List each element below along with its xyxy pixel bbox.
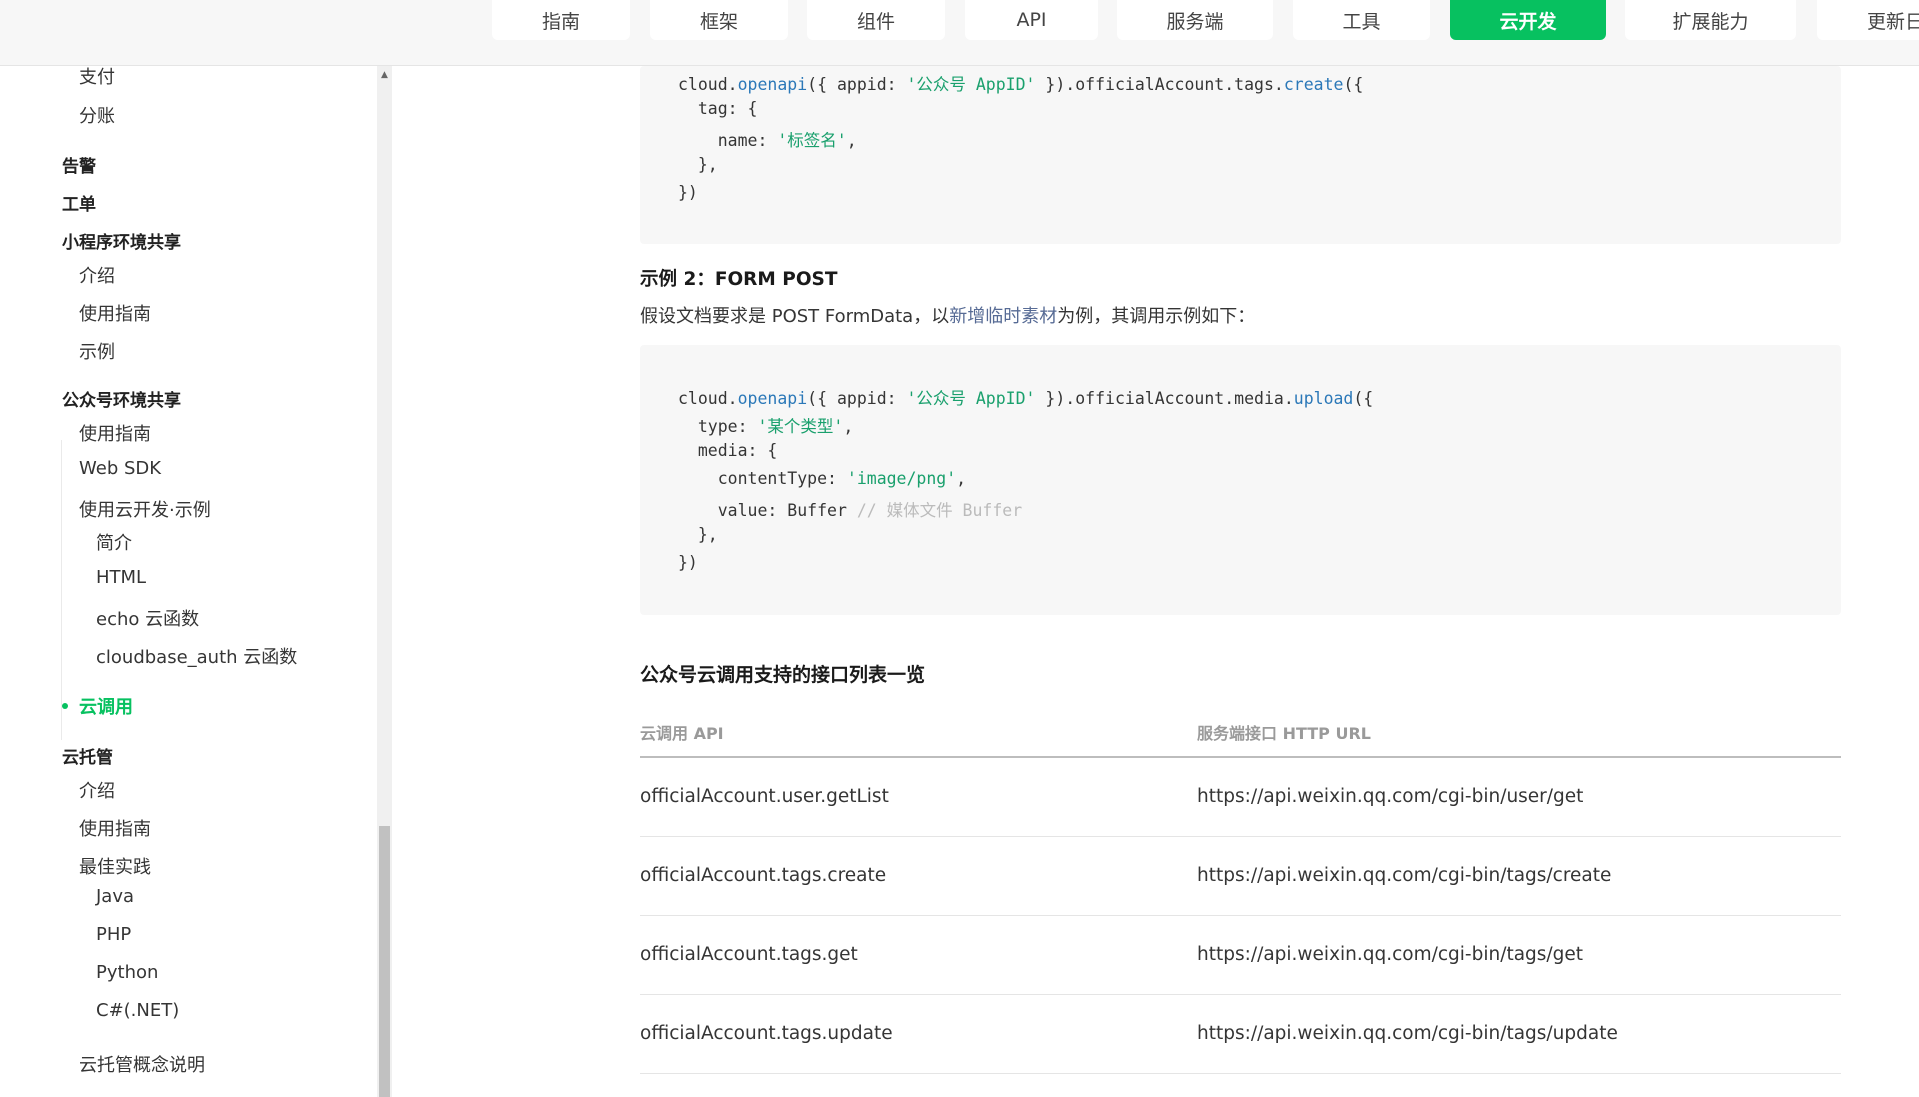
code-line: cloud.openapi({ appid: '公众号 AppID' }).of… (678, 389, 1374, 408)
active-indicator-dot (62, 703, 68, 709)
example-2-title: 示例 2：FORM POST (640, 269, 838, 290)
code-line: }) (678, 183, 698, 202)
sidebar-item-cloud-hosting-concepts[interactable]: 云托管概念说明 (79, 1051, 205, 1077)
sidebar-item-overview[interactable]: 简介 (96, 529, 132, 555)
example-2-description: 假设文档要求是 POST FormData，以新增临时素材为例，其调用示例如下： (640, 306, 1256, 327)
nav-tab-cloud-dev[interactable]: 云开发 (1450, 0, 1606, 40)
sidebar-item-payment[interactable]: 支付 (79, 66, 115, 89)
sidebar-item-best-practices[interactable]: 最佳实践 (79, 853, 151, 879)
sidebar-item-csharp[interactable]: C#(.NET) (96, 1000, 179, 1021)
sidebar-item-official-account-env-sharing[interactable]: 公众号环境共享 (62, 386, 181, 411)
sidebar-item-cloudbase-auth-function[interactable]: cloudbase_auth 云函数 (96, 643, 297, 669)
nav-tab-api[interactable]: API (965, 0, 1098, 40)
sidebar-item-web-sdk[interactable]: Web SDK (79, 458, 161, 479)
table-cell-api: officialAccount.tags.get (640, 944, 858, 965)
table-cell-api: officialAccount.tags.create (640, 865, 887, 886)
sidebar-item-cloud-dev-example[interactable]: 使用云开发·示例 (79, 496, 211, 522)
table-header-api: 云调用 API (640, 724, 724, 743)
table-cell-url: https://api.weixin.qq.com/cgi-bin/tags/u… (1197, 1023, 1618, 1044)
sidebar-item-java[interactable]: Java (96, 886, 134, 907)
sidebar-item-profit-sharing[interactable]: 分账 (79, 102, 115, 128)
table-cell-url: https://api.weixin.qq.com/cgi-bin/tags/c… (1197, 865, 1612, 886)
sidebar-item-echo-function[interactable]: echo 云函数 (96, 605, 199, 631)
sidebar-item-html[interactable]: HTML (96, 567, 146, 588)
code-block-tags-create: cloud.openapi({ appid: '公众号 AppID' }).of… (640, 66, 1841, 244)
code-line: media: { (678, 441, 778, 460)
code-line: contentType: 'image/png', (678, 469, 967, 488)
scroll-up-arrow-icon[interactable]: ▲ (377, 68, 392, 82)
tree-guide-line (61, 440, 62, 740)
top-nav: 指南 框架 组件 API 服务端 工具 云开发 扩展能力 更新日 (0, 0, 1919, 66)
code-line: }, (678, 155, 718, 174)
nav-tab-components[interactable]: 组件 (807, 0, 945, 40)
new-temp-media-link[interactable]: 新增临时素材 (949, 306, 1057, 327)
code-line: }, (678, 525, 718, 544)
table-cell-url: https://api.weixin.qq.com/cgi-bin/tags/g… (1197, 944, 1584, 965)
table-row-divider (640, 915, 1841, 916)
sidebar: 支付 分账 告警 工单 小程序环境共享 介绍 使用指南 示例 公众号环境共享 使… (0, 66, 392, 1097)
api-table-title: 公众号云调用支持的接口列表一览 (640, 664, 926, 686)
nav-tab-extensions[interactable]: 扩展能力 (1625, 0, 1796, 40)
sidebar-item-intro[interactable]: 介绍 (79, 262, 115, 288)
sidebar-item-examples[interactable]: 示例 (79, 338, 115, 364)
nav-tab-guide[interactable]: 指南 (492, 0, 630, 40)
code-line: name: '标签名', (678, 131, 857, 150)
sidebar-item-intro-2[interactable]: 介绍 (79, 777, 115, 803)
sidebar-item-usage-guide-2[interactable]: 使用指南 (79, 420, 151, 446)
code-line: }) (678, 553, 698, 572)
code-block-media-upload: cloud.openapi({ appid: '公众号 AppID' }).of… (640, 345, 1841, 615)
nav-tab-server[interactable]: 服务端 (1117, 0, 1273, 40)
sidebar-item-usage-guide-3[interactable]: 使用指南 (79, 815, 151, 841)
code-line: cloud.openapi({ appid: '公众号 AppID' }).of… (678, 75, 1364, 94)
nav-tab-changelog[interactable]: 更新日 (1817, 0, 1919, 40)
sidebar-item-cloud-call[interactable]: 云调用 (79, 693, 133, 719)
sidebar-item-python[interactable]: Python (96, 962, 158, 983)
table-row-divider (640, 994, 1841, 995)
sidebar-item-usage-guide[interactable]: 使用指南 (79, 300, 151, 326)
code-line: tag: { (678, 99, 758, 118)
table-cell-api: officialAccount.user.getList (640, 786, 889, 807)
table-row-divider (640, 836, 1841, 837)
sidebar-item-miniprogram-env-sharing[interactable]: 小程序环境共享 (62, 228, 181, 253)
sidebar-item-php[interactable]: PHP (96, 924, 131, 945)
code-line: type: '某个类型', (678, 417, 854, 436)
table-header-divider (640, 756, 1841, 758)
table-cell-api: officialAccount.tags.update (640, 1023, 893, 1044)
nav-tab-tools[interactable]: 工具 (1293, 0, 1430, 40)
scrollbar-thumb[interactable] (379, 826, 390, 1097)
code-line: value: Buffer // 媒体文件 Buffer (678, 501, 1023, 520)
nav-tab-framework[interactable]: 框架 (650, 0, 788, 40)
sidebar-item-tickets[interactable]: 工单 (62, 190, 96, 215)
sidebar-scrollbar[interactable]: ▲ (377, 66, 392, 1097)
sidebar-item-alerts[interactable]: 告警 (62, 152, 96, 177)
table-header-url: 服务端接口 HTTP URL (1197, 724, 1371, 743)
table-row-divider (640, 1073, 1841, 1074)
table-cell-url: https://api.weixin.qq.com/cgi-bin/user/g… (1197, 786, 1584, 807)
sidebar-item-cloud-hosting[interactable]: 云托管 (62, 743, 113, 768)
